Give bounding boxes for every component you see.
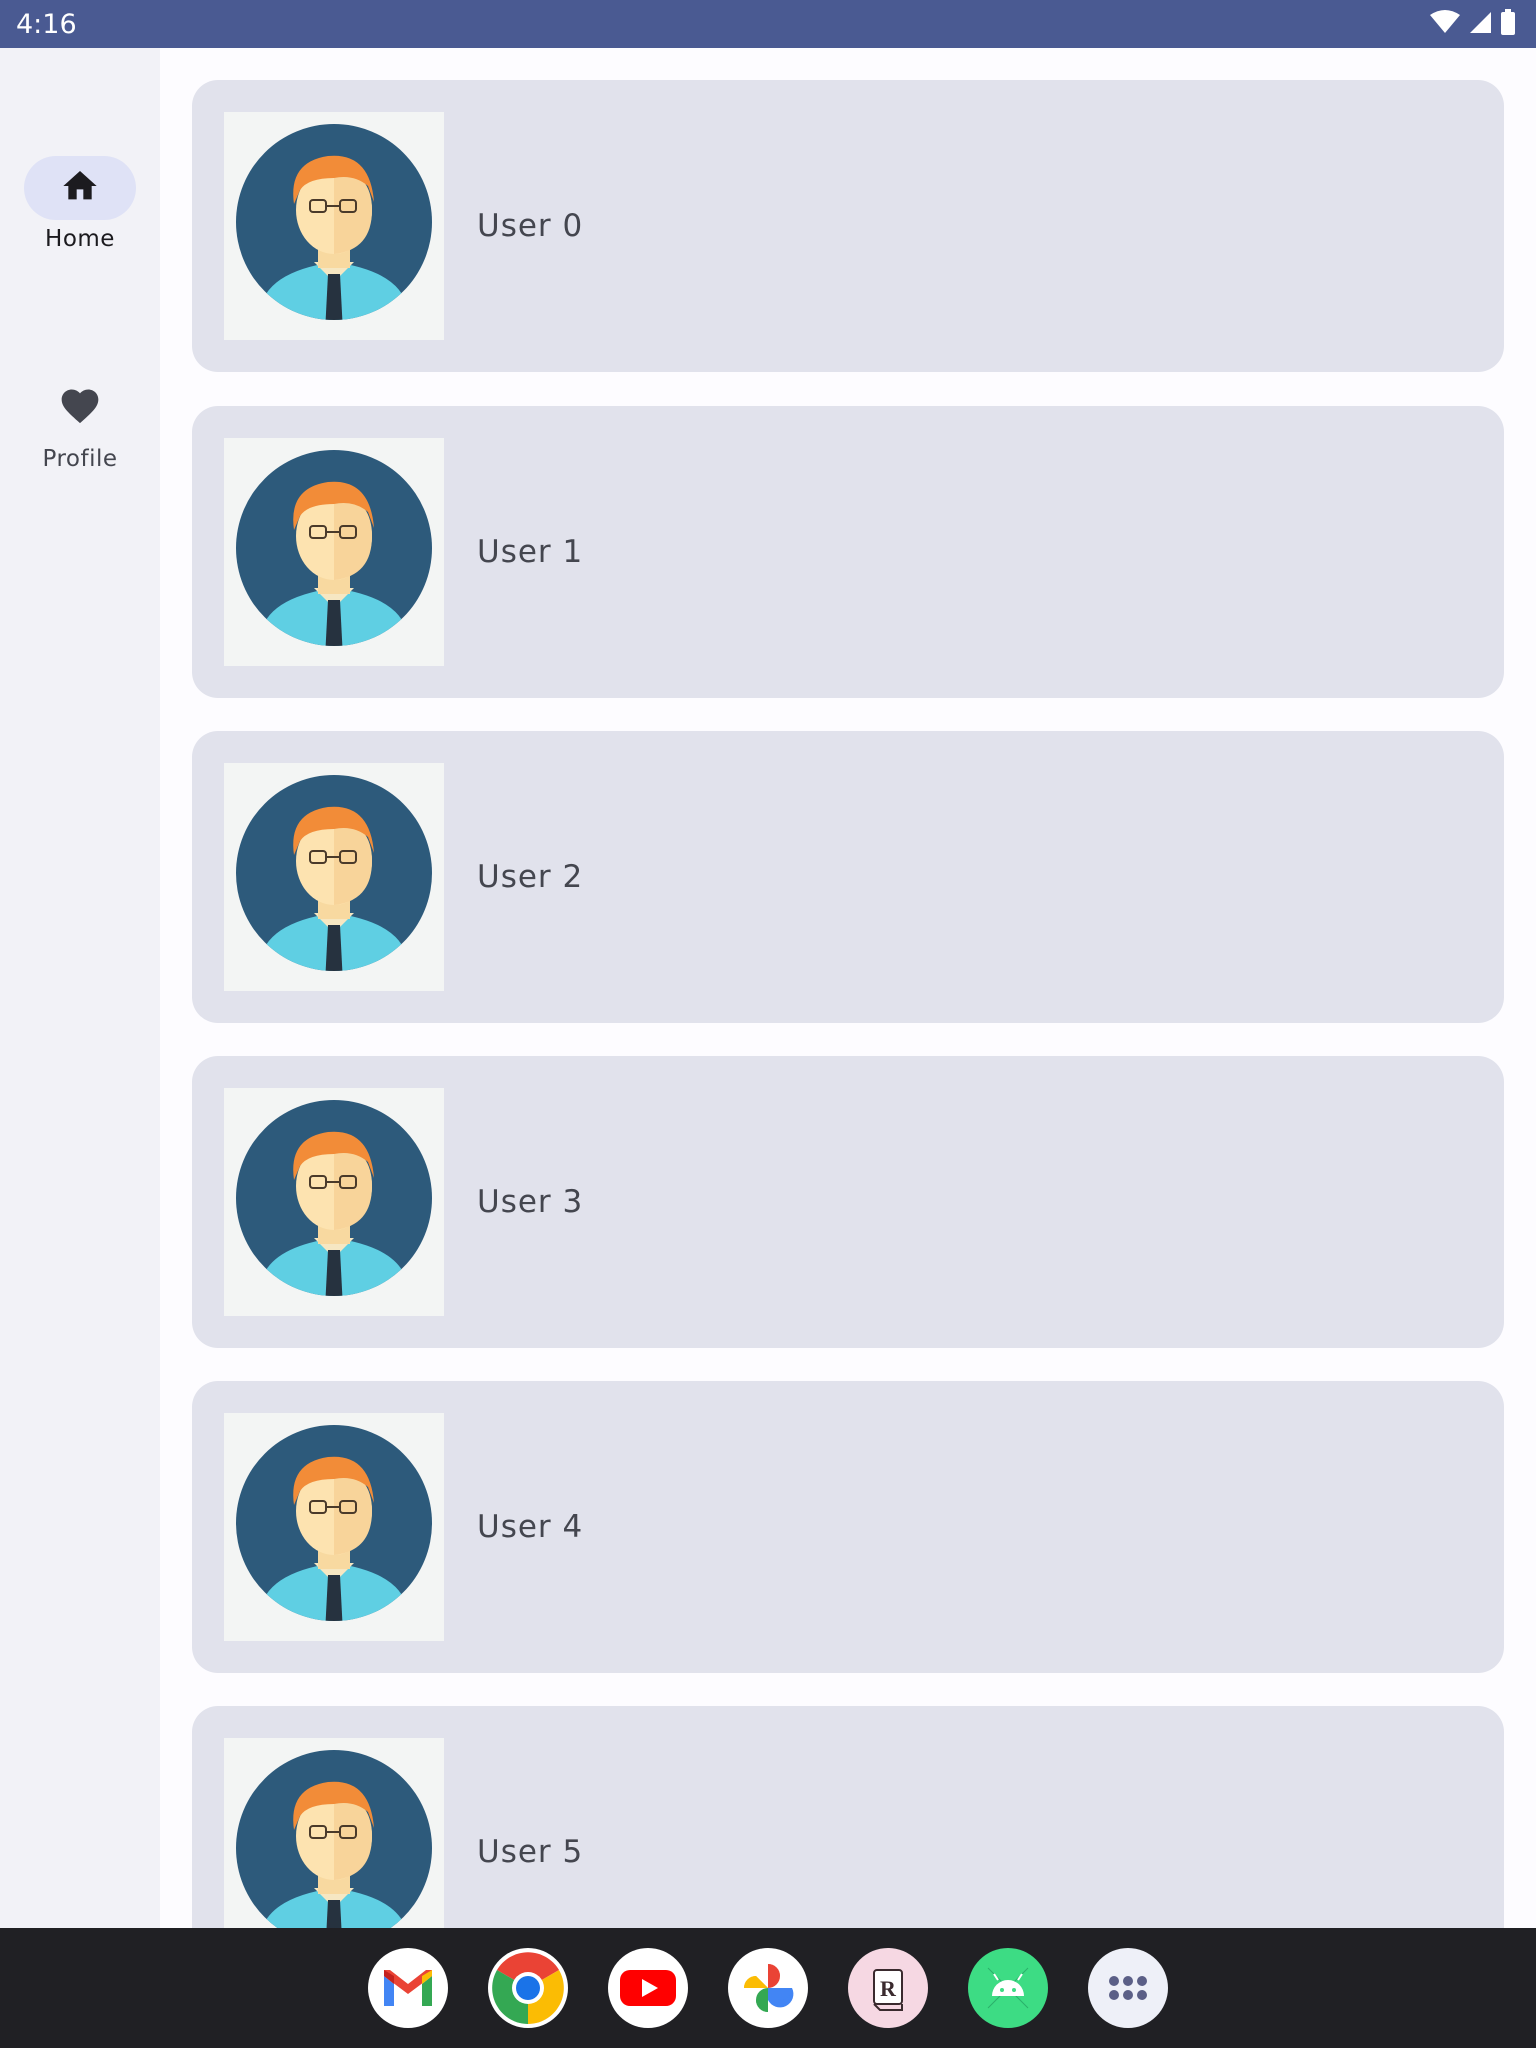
user-avatar-icon	[224, 763, 444, 991]
user-list[interactable]: User 0 User 1 User 2 User 3 User 4 User …	[160, 48, 1536, 1928]
user-card[interactable]: User 0	[192, 80, 1504, 372]
nav-profile-label: Profile	[42, 446, 118, 472]
user-card[interactable]: User 3	[192, 1056, 1504, 1348]
user-card[interactable]: User 2	[192, 731, 1504, 1023]
battery-icon	[1500, 8, 1516, 40]
status-time: 4:16	[16, 8, 77, 40]
nav-home-label: Home	[45, 226, 115, 252]
gmail-icon[interactable]	[368, 1948, 448, 2028]
home-icon	[60, 166, 100, 211]
user-card[interactable]: User 1	[192, 406, 1504, 698]
nav-item-home[interactable]: Home	[0, 156, 160, 252]
user-name: User 1	[477, 534, 584, 570]
status-icons	[1430, 8, 1516, 40]
wifi-icon	[1430, 9, 1460, 39]
nav-item-profile[interactable]: Profile	[0, 376, 160, 472]
user-name: User 5	[477, 1834, 584, 1870]
user-avatar-icon	[224, 112, 444, 340]
nav-profile-indicator[interactable]	[24, 376, 136, 440]
chrome-icon[interactable]	[488, 1948, 568, 2028]
signal-icon	[1468, 10, 1492, 39]
navigation-rail: Home Profile	[0, 48, 160, 1928]
svg-text:R: R	[880, 1976, 897, 2001]
youtube-icon[interactable]	[608, 1948, 688, 2028]
photos-icon[interactable]	[728, 1948, 808, 2028]
taskbar: R	[0, 1928, 1536, 2048]
nav-home-indicator[interactable]	[24, 156, 136, 220]
android-app-icon[interactable]	[968, 1948, 1048, 2028]
user-card[interactable]: User 4	[192, 1381, 1504, 1673]
user-name: User 3	[477, 1184, 584, 1220]
user-name: User 4	[477, 1509, 584, 1545]
user-card[interactable]: User 5	[192, 1706, 1504, 1928]
status-bar: 4:16	[0, 0, 1536, 48]
heart-icon	[58, 384, 102, 433]
user-avatar-icon	[224, 1413, 444, 1641]
user-avatar-icon	[224, 1738, 444, 1928]
user-name: User 2	[477, 859, 584, 895]
user-avatar-icon	[224, 1088, 444, 1316]
r-app-icon[interactable]: R	[848, 1948, 928, 2028]
app-drawer-icon[interactable]	[1088, 1948, 1168, 2028]
user-avatar-icon	[224, 438, 444, 666]
user-name: User 0	[477, 208, 584, 244]
